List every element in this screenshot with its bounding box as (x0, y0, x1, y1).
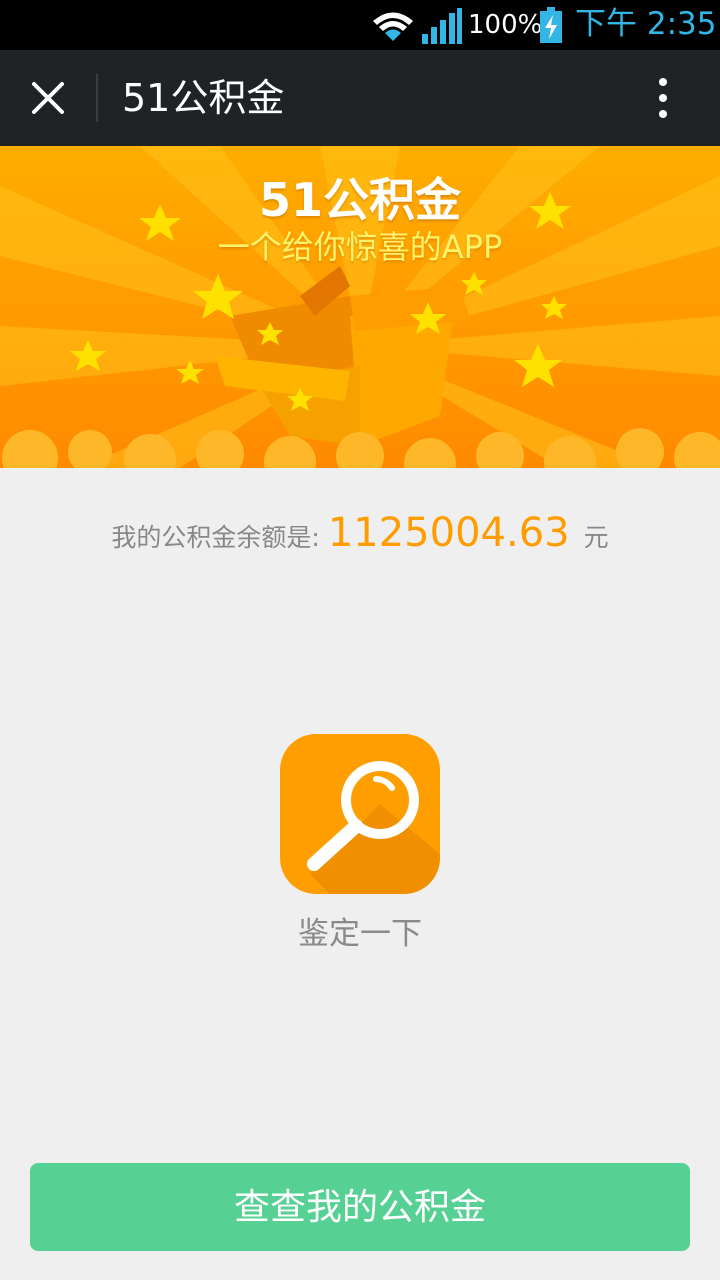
wifi-icon (373, 12, 413, 41)
balance-amount: 1125004.63 (327, 510, 570, 556)
status-bar: 100% 下午 2:35 (0, 0, 720, 50)
app-bar: 51公积金 (0, 50, 720, 146)
page-title: 51公积金 (122, 76, 285, 120)
promo-banner: 51公积金 一个给你惊喜的APP (0, 146, 720, 468)
app-bar-divider (96, 74, 98, 122)
more-vertical-icon[interactable] (640, 72, 686, 124)
battery-percent: 100% (468, 10, 543, 40)
balance-unit: 元 (583, 523, 609, 552)
clock: 下午 2:35 (575, 6, 717, 42)
banner-title: 51公积金 (258, 173, 461, 227)
battery-charging-icon (540, 7, 562, 43)
check-my-fund-button[interactable]: 查查我的公积金 (30, 1163, 690, 1251)
check-label: 鉴定一下 (298, 916, 422, 952)
signal-icon (422, 8, 462, 44)
banner-subtitle: 一个给你惊喜的APP (217, 228, 503, 266)
balance-row: 我的公积金余额是: 1125004.63 元 (0, 510, 720, 570)
close-icon[interactable] (22, 72, 74, 124)
balance-label: 我的公积金余额是: (111, 523, 320, 552)
search-icon[interactable] (280, 734, 440, 894)
